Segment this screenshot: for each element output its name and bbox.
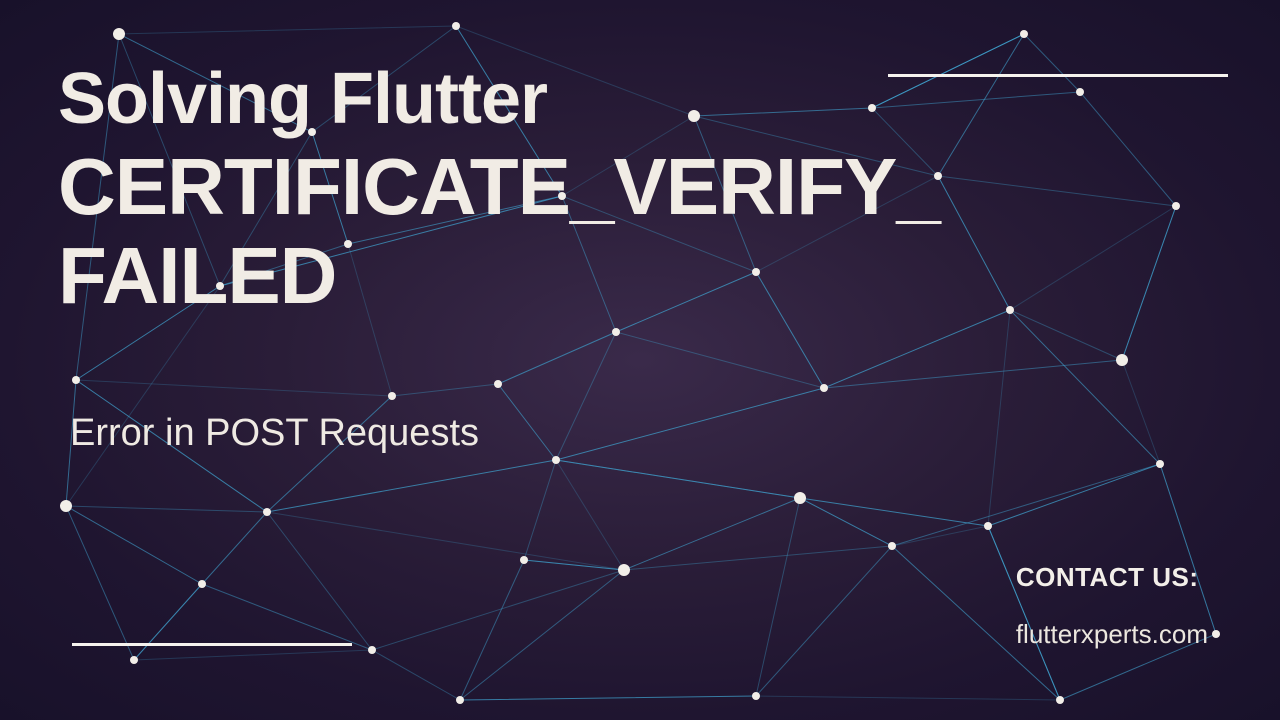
- contact-block: CONTACT US: flutterxperts.com: [1016, 562, 1208, 650]
- main-heading: Solving Flutter CERTIFICATE_VERIFY_ FAIL…: [58, 62, 940, 321]
- banner-content: Solving Flutter CERTIFICATE_VERIFY_ FAIL…: [0, 0, 1280, 720]
- heading-line-1: Solving Flutter: [58, 62, 940, 138]
- divider-bottom-left: [72, 643, 352, 646]
- contact-site: flutterxperts.com: [1016, 619, 1208, 650]
- heading-line-3: FAILED: [58, 231, 940, 321]
- contact-label: CONTACT US:: [1016, 562, 1208, 593]
- sub-heading: Error in POST Requests: [70, 412, 479, 455]
- heading-line-2: CERTIFICATE_VERIFY_: [58, 142, 940, 232]
